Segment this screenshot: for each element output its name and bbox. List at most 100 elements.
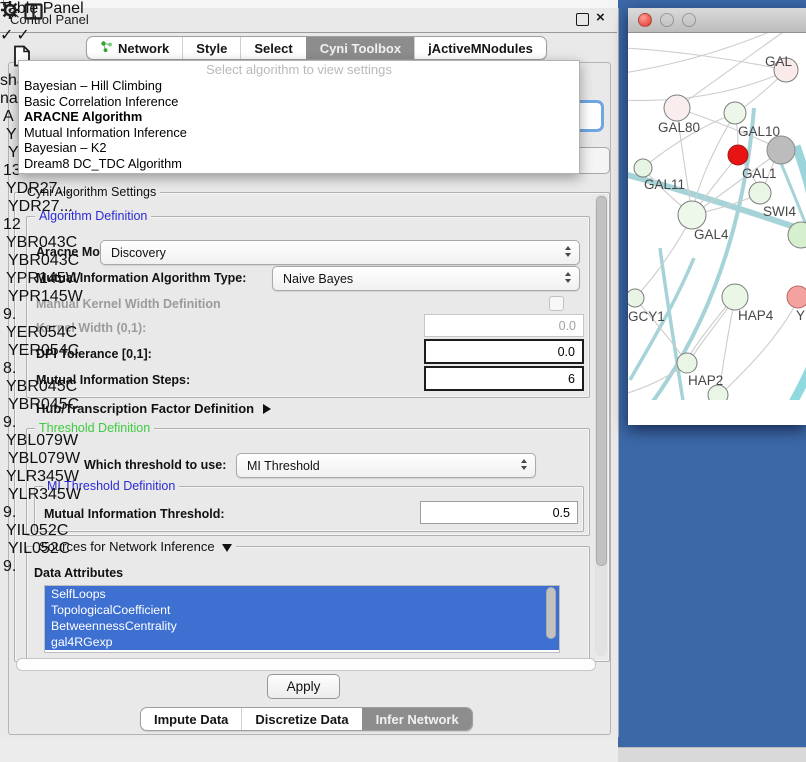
table-cell: YER054C — [0, 324, 82, 342]
node-gal10[interactable] — [724, 102, 746, 124]
settings-horizontal-scrollbar[interactable] — [16, 658, 596, 671]
table-cell: YIL052C — [0, 522, 82, 540]
node-gal1[interactable] — [749, 182, 771, 204]
table-row-1[interactable]: YDR27...YDR27...12 — [0, 180, 82, 234]
window-zoom-button[interactable] — [682, 13, 696, 27]
table-row-3[interactable]: YPR145WYPR145W9. — [0, 270, 82, 324]
tab-network[interactable]: Network — [87, 37, 182, 59]
table-cell: YER054C — [0, 342, 71, 360]
node-hap4[interactable] — [722, 284, 748, 310]
node-label-gal1: GAL1 — [742, 166, 777, 181]
chevron-up-down-icon — [565, 272, 571, 283]
top-sliver — [0, 0, 618, 8]
node-red[interactable] — [728, 145, 748, 165]
table-cell: 12 — [0, 216, 63, 234]
algorithm-option-3[interactable]: Mutual Information Inference — [19, 125, 579, 141]
node-gray[interactable] — [767, 136, 795, 164]
manual-kernel-checkbox[interactable] — [549, 296, 564, 311]
window-close-button[interactable] — [638, 13, 652, 27]
table-row-2[interactable]: YBR043CYBR043C — [0, 234, 82, 270]
table-cell: 9. — [0, 306, 63, 324]
node-gal11[interactable] — [634, 159, 652, 177]
which-threshold-combo[interactable]: MI Threshold — [236, 453, 536, 478]
node-gal80[interactable] — [664, 95, 690, 121]
algorithm-dropdown-popup: Select algorithm to view settings Bayesi… — [18, 60, 580, 174]
table-cell: YBL079W — [0, 432, 82, 450]
table-row-7[interactable]: YLR345WYLR345W9. — [0, 468, 82, 522]
table-cell: YLR345W — [0, 468, 82, 486]
node-label-gal11: GAL11 — [644, 177, 685, 192]
node-label-gal4: GAL4 — [694, 227, 729, 242]
table-cell: 8. — [0, 360, 63, 378]
node-gcy1[interactable] — [628, 289, 644, 307]
node-label-hap4: HAP4 — [738, 308, 774, 323]
checked-boxes-icon[interactable]: ✓✓ — [0, 25, 82, 45]
table-cell: YBR043C — [0, 234, 82, 252]
cyni-bottom-tabs: Impute Data Discretize Data Infer Networ… — [140, 707, 473, 731]
tab-impute-data[interactable]: Impute Data — [141, 708, 241, 730]
node-hap2[interactable] — [677, 353, 697, 373]
gear-icon[interactable] — [0, 7, 24, 24]
tab-style[interactable]: Style — [182, 37, 240, 59]
node-gal4[interactable] — [678, 201, 706, 229]
settings-scrollbar-thumb[interactable] — [596, 196, 607, 566]
table-row-8[interactable]: YIL052CYIL052C9. — [0, 522, 82, 576]
close-icon[interactable]: × — [596, 9, 605, 26]
screen: Control Panel × Network Style Se — [0, 0, 806, 762]
network-canvas[interactable]: GALGAL80GAL10GAL1GAL11SWI4GAL4GCY1HAP4YH… — [628, 8, 806, 405]
mi-type-combo[interactable]: Naive Bayes — [272, 266, 580, 291]
node-label-gal80: GAL80 — [658, 120, 700, 135]
table-body: YDL19...YDL19...13YDR27...YDR27...12YBR0… — [0, 126, 82, 576]
attribute-item-3[interactable]: gal4RGexp — [45, 634, 559, 650]
node-label-swi4: SWI4 — [763, 204, 796, 219]
bottom-strip — [618, 747, 806, 762]
mi-steps-field[interactable]: 6 — [424, 366, 584, 391]
algorithm-option-4[interactable]: Bayesian – K2 — [19, 140, 579, 156]
algorithm-dropdown-list: Bayesian – Hill ClimbingBasic Correlatio… — [19, 78, 579, 171]
algorithm-option-1[interactable]: Basic Correlation Inference — [19, 94, 579, 110]
tab-cyni-toolbox[interactable]: Cyni Toolbox — [306, 37, 414, 59]
mi-threshold-field[interactable]: 0.5 — [420, 501, 578, 524]
node-pink-y[interactable] — [787, 286, 806, 308]
table-cell: YPR145W — [0, 270, 82, 288]
float-icon[interactable] — [576, 13, 589, 26]
chevron-up-down-icon — [521, 459, 527, 470]
expand-arrow-icon[interactable] — [263, 404, 271, 414]
table-cell: 9. — [0, 414, 63, 432]
attribute-list-scrollbar[interactable] — [546, 587, 556, 639]
algorithm-option-0[interactable]: Bayesian – Hill Climbing — [19, 78, 579, 94]
window-minimize-button[interactable] — [660, 13, 674, 27]
table-row-5[interactable]: YBR045CYBR045C9. — [0, 378, 82, 432]
table-cell: YBL079W — [0, 450, 71, 468]
tab-discretize-data[interactable]: Discretize Data — [241, 708, 361, 730]
aracne-mode-combo[interactable]: Discovery — [100, 240, 580, 265]
attribute-item-2[interactable]: BetweennessCentrality — [45, 618, 559, 634]
control-panel-window: Control Panel × Network Style Se — [0, 8, 619, 737]
attribute-item-0[interactable]: SelfLoops — [45, 586, 559, 602]
which-threshold-label: Which threshold to use: — [84, 458, 226, 472]
chevron-up-down-icon — [565, 246, 571, 257]
attribute-item-1[interactable]: TopologicalCoefficient — [45, 602, 559, 618]
table-cell: 9. — [0, 504, 63, 522]
tab-select[interactable]: Select — [240, 37, 305, 59]
table-cell: YLR345W — [0, 486, 71, 504]
collapse-arrow-icon[interactable] — [222, 544, 232, 552]
table-cell: 9. — [0, 558, 63, 576]
apply-button[interactable]: Apply — [267, 674, 340, 699]
tab-jactivemnodules[interactable]: jActiveMNodules — [414, 37, 546, 59]
data-attributes-list: SelfLoopsTopologicalCoefficientBetweenne… — [44, 585, 560, 653]
table-row-6[interactable]: YBL079WYBL079W — [0, 432, 82, 468]
table-row-4[interactable]: YER054CYER054C8. — [0, 324, 82, 378]
tab-infer-network[interactable]: Infer Network — [362, 708, 472, 730]
table-cell: YDR27... — [0, 198, 71, 216]
dpi-tolerance-field[interactable]: 0.0 — [424, 339, 584, 364]
kernel-width-field[interactable]: 0.0 — [424, 314, 584, 337]
node-label-hap2: HAP2 — [688, 373, 723, 388]
algorithm-dropdown-placeholder: Select algorithm to view settings — [19, 61, 579, 78]
table-cell: YBR043C — [0, 252, 71, 270]
algorithm-option-5[interactable]: Dream8 DC_TDC Algorithm — [19, 156, 579, 172]
algorithm-option-2[interactable]: ARACNE Algorithm — [19, 109, 579, 125]
node-label-gal: GAL — [765, 54, 793, 69]
columns-icon[interactable] — [24, 7, 43, 24]
table-cell: YIL052C — [0, 540, 71, 558]
